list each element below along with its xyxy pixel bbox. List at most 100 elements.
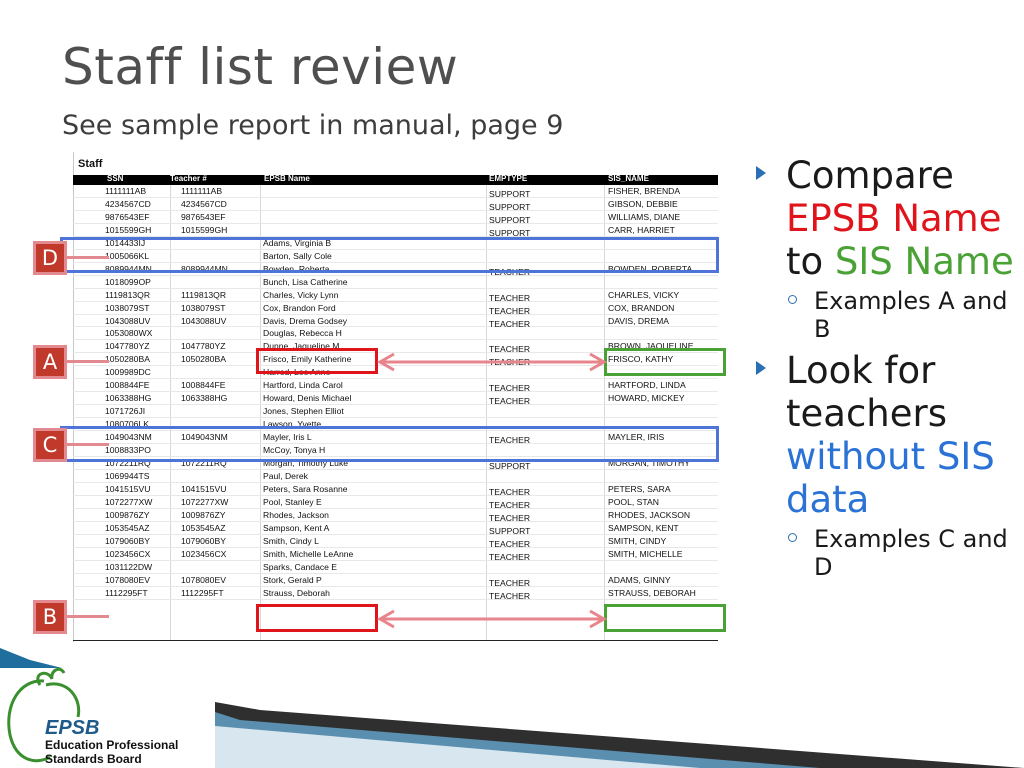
tag-b: B <box>33 600 109 634</box>
cell-teacher-number: 1111111AB <box>181 186 223 196</box>
cell-sis-name: CARR, HARRIET <box>608 224 675 235</box>
cell-epsb-name: Jones, Stephen Elliot <box>263 406 344 417</box>
table-row: 1111111AB 1111111AB SUPPORT FISHER, BRENDA <box>73 185 718 199</box>
cell-epsb-name: Stork, Gerald P <box>263 574 322 585</box>
table-row: 1015599GH 1015599GH SUPPORT CARR, HARRIET <box>73 224 718 238</box>
table-row: 4234567CD 4234567CD SUPPORT GIBSON, DEBBIE <box>73 198 718 212</box>
cell-ssn: 1111111AB <box>105 186 147 196</box>
cell-sis-name: CHARLES, VICKY <box>608 289 680 300</box>
col-header-emptype: EMPTYPE <box>489 174 528 183</box>
table-row: 1079060BY 1079060BY Smith, Cindy L TEACHER S… <box>73 535 718 549</box>
slide-title: Staff list review <box>62 38 459 96</box>
cell-ssn: 1053545AZ <box>105 522 150 533</box>
cell-ssn: 1038079ST <box>105 302 150 313</box>
table-row: 1072277XW 1072277XW Pool, Stanley E TEACHER… <box>73 496 718 510</box>
table-row: 1008844FE 1008844FE Hartford, Linda Carol T… <box>73 379 718 393</box>
table-row: 1071726JI Jones, Stephen Elliot <box>73 405 718 419</box>
cell-teacher-number: 1063388HG <box>181 393 228 404</box>
slide-subtitle: See sample report in manual, page 9 <box>62 110 564 141</box>
staff-report: Staff SSN Teacher # EPSB Name EMPTYPE SI… <box>73 152 718 642</box>
bullet-text: Look for teachers <box>786 349 947 435</box>
cell-teacher-number: 1072277XW <box>181 496 229 507</box>
cell-ssn: 1023456CX <box>105 548 151 559</box>
cell-ssn: 1069944TS <box>105 470 150 481</box>
cell-ssn: 1015599GH <box>105 224 152 235</box>
cell-ssn: 1072277XW <box>105 496 153 507</box>
cell-teacher-number: 1043088UV <box>181 315 227 326</box>
triangle-bullet-icon <box>756 166 766 180</box>
table-row: 1063388HG 1063388HG Howard, Denis Michael T… <box>73 392 718 406</box>
cell-teacher-number: 1023456CX <box>181 548 227 559</box>
cell-sis-name: SMITH, MICHELLE <box>608 548 683 559</box>
highlight-sis-name-a <box>604 348 726 376</box>
cell-epsb-name: Howard, Denis Michael <box>263 393 352 404</box>
cell-epsb-name: Sampson, Kent A <box>263 522 330 533</box>
cell-teacher-number: 1015599GH <box>181 224 228 235</box>
table-row: 1018099OP Bunch, Lisa Catherine <box>73 276 718 289</box>
col-header-sis-name: SIS_NAME <box>608 174 649 183</box>
table-row: 1112295FT 1112295FT Strauss, Deborah TEACHE… <box>73 587 718 601</box>
cell-ssn: 1009876ZY <box>105 509 150 520</box>
table-row: 1069944TS Paul, Derek <box>73 470 718 483</box>
cell-sis-name: COX, BRANDON <box>608 302 675 313</box>
col-header-epsb-name: EPSB Name <box>264 174 310 183</box>
cell-epsb-name: Paul, Derek <box>263 470 308 481</box>
cell-teacher-number: 1112295FT <box>181 587 224 598</box>
highlight-epsb-name-a <box>256 348 378 374</box>
tag-c: C <box>33 428 109 462</box>
cell-teacher-number: 9876543EF <box>181 211 226 222</box>
cell-sis-name: ADAMS, GINNY <box>608 574 671 585</box>
cell-ssn: 1050280BA <box>105 354 150 365</box>
table-row: 1119813QR 1119813QR Charles, Vicky Lynn TEA… <box>73 289 718 303</box>
cell-ssn: 1053080WX <box>105 328 153 339</box>
cell-teacher-number: 1053545AZ <box>181 522 226 533</box>
cell-teacher-number: 1009876ZY <box>181 509 226 520</box>
table-row: 1053545AZ 1053545AZ Sampson, Kent A SUPPORT… <box>73 522 718 536</box>
bullet-compare: Compare EPSB Name to SIS Name <box>756 154 1016 283</box>
cell-teacher-number: 1038079ST <box>181 302 226 313</box>
cell-epsb-name: Davis, Drema Godsey <box>263 315 348 326</box>
cell-ssn: 1079060BY <box>105 535 150 546</box>
cell-ssn: 1119813QR <box>105 289 151 300</box>
col-header-ssn: SSN <box>107 174 124 183</box>
table-row: 1031122DW Sparks, Candace E <box>73 561 718 574</box>
cell-sis-name: PETERS, SARA <box>608 483 671 494</box>
cell-ssn: 1008844FE <box>105 380 150 391</box>
table-row: 1023456CX 1023456CX Smith, Michelle LeAnne… <box>73 548 718 562</box>
cell-sis-name: SAMPSON, KENT <box>608 522 679 533</box>
cell-ssn: 1041515VU <box>105 483 151 494</box>
sub-bullet-examples-cd: Examples C and D <box>756 525 1016 581</box>
cell-epsb-name: Hartford, Linda Carol <box>263 380 343 391</box>
cell-ssn: 1047780YZ <box>105 341 150 352</box>
cell-sis-name: FISHER, BRENDA <box>608 186 681 196</box>
logo-text: EPSB Education Professional Standards Bo… <box>45 718 178 766</box>
cell-ssn: 1063388HG <box>105 393 152 404</box>
highlight-box-c <box>60 426 719 462</box>
cell-sis-name: POOL, STAN <box>608 496 659 507</box>
cell-epsb-name: Cox, Brandon Ford <box>263 302 336 313</box>
sub-bullet-text: Examples A and B <box>814 287 1008 343</box>
table-row: 9876543EF 9876543EF SUPPORT WILLIAMS, DIANE <box>73 211 718 225</box>
tag-d: D <box>33 241 109 275</box>
cell-ssn: 1071726JI <box>105 406 146 417</box>
cell-epsb-name: Peters, Sara Rosanne <box>263 483 348 494</box>
cell-teacher-number: 1078080EV <box>181 574 226 585</box>
cell-teacher-number: 1047780YZ <box>181 341 226 352</box>
cell-sis-name: HARTFORD, LINDA <box>608 380 686 391</box>
circle-bullet-icon <box>788 533 797 542</box>
cell-teacher-number: 1008844FE <box>181 380 226 391</box>
cell-epsb-name: Strauss, Deborah <box>263 587 330 598</box>
bullet-text-without-sis: without SIS data <box>786 435 995 521</box>
cell-ssn: 1018099OP <box>105 276 151 287</box>
cell-sis-name: WILLIAMS, DIANE <box>608 211 681 222</box>
cell-sis-name: RHODES, JACKSON <box>608 509 691 520</box>
cell-epsb-name: Pool, Stanley E <box>263 496 322 507</box>
cell-emptype: TEACHER <box>489 590 531 601</box>
report-title: Staff <box>78 158 103 170</box>
cell-epsb-name: Sparks, Candace E <box>263 561 338 572</box>
logo-line-2: Standards Board <box>45 752 142 766</box>
logo-line-1: Education Professional <box>45 738 179 752</box>
cell-ssn: 1043088UV <box>105 315 151 326</box>
sub-bullet-text: Examples C and D <box>814 525 1008 581</box>
cell-epsb-name: Smith, Cindy L <box>263 535 319 546</box>
